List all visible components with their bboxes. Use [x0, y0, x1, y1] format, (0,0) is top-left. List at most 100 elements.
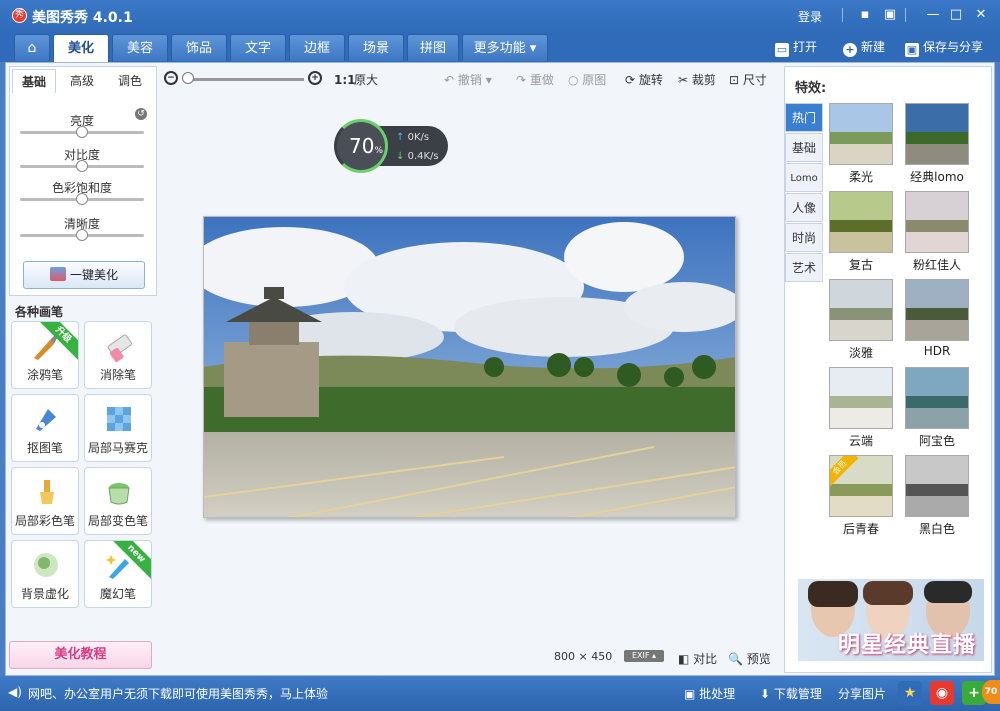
zoom-slider[interactable] [186, 78, 304, 81]
thumbnail-image [906, 104, 968, 164]
slider-knob[interactable] [76, 193, 88, 205]
tab-frame[interactable]: 边框 [289, 34, 345, 61]
tab-collage[interactable]: 拼图 [407, 34, 459, 61]
new-button[interactable]: + 新建 [843, 37, 885, 57]
share-image-button[interactable]: 分享图片 [838, 685, 886, 702]
maximize-icon[interactable]: □ [947, 6, 965, 24]
compare-label: 对比 [693, 652, 718, 666]
color-brush-button[interactable]: 局部彩色笔 [11, 467, 79, 535]
one-key-beautify-button[interactable]: 一键美化 [23, 261, 145, 289]
undo-button[interactable]: ↶ 撤销 ▾ [444, 72, 492, 88]
category-art[interactable]: 艺术 [785, 253, 823, 282]
feedback-icon[interactable]: ▪ [856, 6, 874, 24]
beautify-tutorial-button[interactable]: 美化教程 [9, 641, 152, 669]
tab-scene[interactable]: 场景 [348, 34, 404, 61]
effect-soft-light[interactable]: 柔光 [829, 103, 893, 185]
category-portrait[interactable]: 人像 [785, 193, 823, 222]
sharpness-slider: 清晰度 [20, 215, 144, 241]
preview-label: 预览 [746, 652, 771, 666]
effect-retro[interactable]: 复古 [829, 191, 893, 273]
zoom-out-icon[interactable]: − [164, 71, 178, 85]
effect-elegant[interactable]: 淡雅 [829, 279, 893, 361]
batch-label: 批处理 [699, 687, 736, 701]
effect-thumbnail [905, 455, 969, 517]
zoom-knob[interactable] [182, 72, 194, 84]
compare-button[interactable]: ◧ 对比 [678, 650, 717, 667]
crop-label: 裁剪 [691, 73, 716, 87]
login-link[interactable]: 登录 [798, 8, 822, 25]
tab-face[interactable]: 美容 [112, 34, 168, 61]
rotate-button[interactable]: ⟳ 旋转 [625, 72, 663, 88]
original-button[interactable]: ○ 原图 [568, 72, 606, 88]
slider-track[interactable] [20, 229, 144, 241]
actual-size-ratio[interactable]: 1:1 [334, 72, 356, 88]
weibo-icon[interactable]: ◉ [930, 681, 954, 705]
redo-button[interactable]: ↷ 重做 [516, 72, 554, 88]
category-basic[interactable]: 基础 [785, 133, 823, 162]
subtab-color[interactable]: 调色 [108, 69, 152, 93]
eraser-brush-button[interactable]: 消除笔 [84, 321, 152, 389]
slider-knob[interactable] [76, 229, 88, 241]
down-arrow-icon: ↓ [396, 151, 405, 162]
crop-button[interactable]: ✂ 裁剪 [678, 72, 716, 88]
slider-knob[interactable] [76, 126, 88, 138]
resize-button[interactable]: ⊡ 尺寸 [729, 72, 767, 88]
open-button[interactable]: ▭ 打开 [775, 37, 817, 57]
category-hot[interactable]: 热门 [785, 103, 823, 132]
slider-track[interactable] [20, 160, 144, 172]
cutout-brush-button[interactable]: 抠图笔 [11, 394, 79, 462]
tab-accessories[interactable]: 饰品 [171, 34, 227, 61]
download-manager-label: 下载管理 [773, 687, 822, 701]
effect-pink-lady[interactable]: 粉红佳人 [905, 191, 969, 273]
close-icon[interactable]: ✕ [972, 6, 990, 24]
slider-track[interactable] [20, 126, 144, 138]
exif-button[interactable]: EXIF ▴ [624, 650, 664, 662]
tab-beautify[interactable]: 美化 [53, 34, 109, 62]
effect-classic-lomo[interactable]: 经典lomo [905, 103, 969, 185]
effect-abao[interactable]: 阿宝色 [905, 367, 969, 449]
effect-hdr[interactable]: HDR [905, 279, 969, 358]
star-icon[interactable]: ★ [898, 681, 922, 705]
category-lomo[interactable]: Lomo [785, 163, 823, 192]
landscape-photo [204, 217, 735, 517]
eraser-icon [107, 334, 132, 362]
save-share-button[interactable]: ▣ 保存与分享 [905, 37, 983, 57]
tab-text[interactable]: 文字 [230, 34, 286, 61]
mosaic-brush-button[interactable]: 局部马赛克 [84, 394, 152, 462]
zoom-in-icon[interactable]: + [308, 71, 322, 85]
undo-label: 撤销 [457, 73, 482, 87]
recolor-brush-button[interactable]: 局部变色笔 [84, 467, 152, 535]
upload-speed: ↑ 0K/s [396, 132, 429, 143]
slider-track[interactable] [20, 193, 144, 205]
brush-label: 局部变色笔 [87, 514, 148, 528]
bg-blur-button[interactable]: 背景虚化 [11, 540, 79, 608]
effect-black-white[interactable]: 黑白色 [905, 455, 969, 537]
ad-text: 明星经典直播 [838, 633, 977, 658]
promo-message[interactable]: 网吧、办公室用户无须下载即可使用美图秀秀，马上体验 [28, 685, 328, 702]
download-manager-button[interactable]: ⬇ 下载管理 [760, 685, 822, 702]
doodle-brush-button[interactable]: 涂鸦笔 升级 [11, 321, 79, 389]
preview-button[interactable]: 🔍 预览 [728, 650, 771, 667]
effect-name: HDR [923, 344, 951, 358]
tab-more-features[interactable]: 更多功能 ▾ [462, 34, 548, 61]
basic-adjust-panel: 基础 高级 调色 ↺ 亮度 对比度 色彩饱和度 清晰度 一键美化 [9, 66, 157, 296]
open-label: 打开 [793, 40, 818, 54]
actual-size-button[interactable]: 原大 [354, 72, 378, 88]
effect-cloud[interactable]: 云端 [829, 367, 893, 449]
speaker-icon: ◀) [8, 685, 22, 699]
ad-banner[interactable]: 明星经典直播 [798, 579, 984, 661]
effect-after-youth[interactable]: 会员 后青春 [829, 455, 893, 537]
effect-name: 柔光 [848, 170, 873, 184]
subtab-advanced[interactable]: 高级 [60, 69, 104, 93]
photo-canvas[interactable] [203, 216, 736, 518]
subtab-basic[interactable]: 基础 [12, 69, 56, 93]
batch-button[interactable]: ▣ 批处理 [684, 685, 735, 702]
effect-name: 经典lomo [910, 170, 964, 184]
tab-home[interactable]: ⌂ [14, 34, 50, 61]
category-fashion[interactable]: 时尚 [785, 223, 823, 252]
skin-icon[interactable]: ▣ [881, 6, 899, 24]
image-dimensions: 800 × 450 [554, 650, 612, 663]
minimize-icon[interactable]: — [924, 6, 942, 24]
magic-brush-button[interactable]: 魔幻笔 new [84, 540, 152, 608]
slider-knob[interactable] [76, 160, 88, 172]
